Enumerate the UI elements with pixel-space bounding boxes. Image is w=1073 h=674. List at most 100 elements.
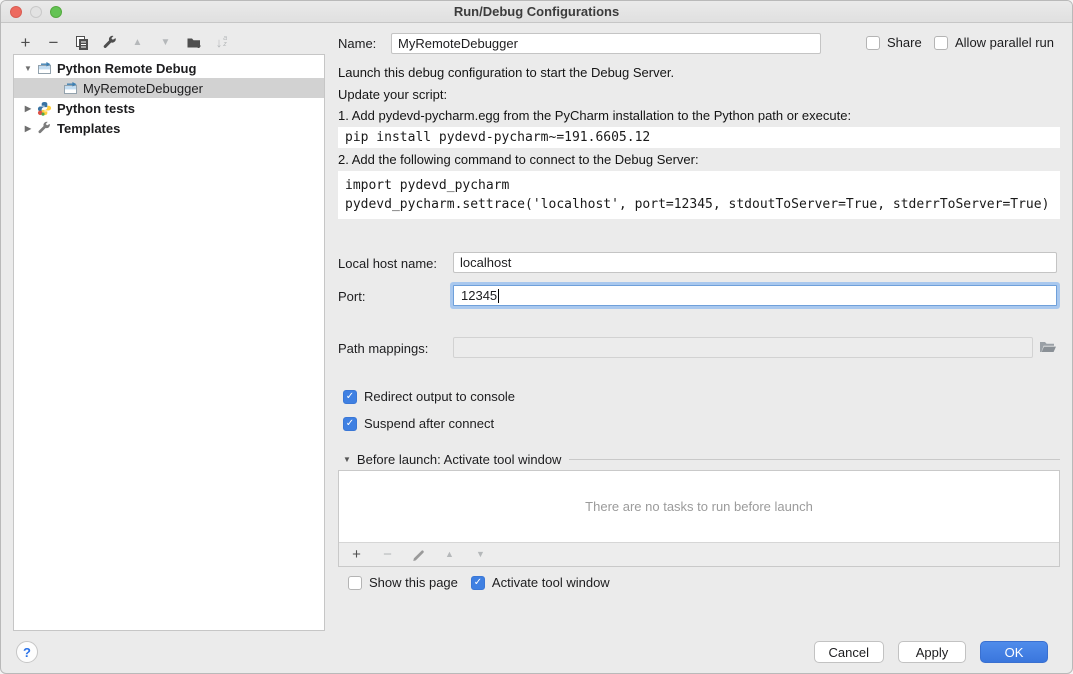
suspend-after-connect-checkbox[interactable]: ✓ Suspend after connect xyxy=(343,416,494,431)
ok-button[interactable]: OK xyxy=(980,641,1048,663)
cancel-button[interactable]: Cancel xyxy=(814,641,884,663)
minus-icon: − xyxy=(49,34,59,51)
title-bar: Run/Debug Configurations xyxy=(1,1,1072,23)
checkbox-box[interactable]: ✓ xyxy=(471,576,485,590)
text-caret xyxy=(498,289,499,303)
help-button[interactable]: ? xyxy=(16,641,38,663)
new-folder-button[interactable] xyxy=(185,34,202,51)
add-configuration-button[interactable]: + xyxy=(17,34,34,51)
share-label: Share xyxy=(887,35,922,50)
show-this-page-checkbox[interactable]: Show this page xyxy=(348,575,458,590)
before-launch-title: Before launch: Activate tool window xyxy=(357,452,562,467)
window-title: Run/Debug Configurations xyxy=(1,1,1072,23)
local-host-name-label: Local host name: xyxy=(338,256,437,271)
chevron-down-icon[interactable]: ▼ xyxy=(343,455,351,464)
pencil-icon xyxy=(412,548,425,561)
checkbox-box[interactable]: ✓ xyxy=(343,390,357,404)
code-line-import: import pydevd_pycharm xyxy=(345,176,1053,195)
tree-item-python-tests[interactable]: ▶ Python tests xyxy=(14,98,324,118)
header-rule xyxy=(569,459,1060,460)
chevron-right-icon[interactable]: ▶ xyxy=(20,124,36,133)
code-line-settrace: pydevd_pycharm.settrace('localhost', por… xyxy=(345,195,1053,214)
up-arrow-icon: ▲ xyxy=(133,34,143,51)
share-checkbox[interactable]: Share xyxy=(866,35,922,50)
instruction-line-1: Launch this debug configuration to start… xyxy=(338,65,674,80)
configurations-toolbar: + − ▲ ▼ ↓az xyxy=(17,31,230,53)
port-input[interactable]: 12345 xyxy=(453,285,1057,306)
path-mappings-input[interactable] xyxy=(453,337,1033,358)
minus-icon: − xyxy=(383,546,392,563)
wrench-icon xyxy=(102,35,117,50)
remote-debug-config-icon xyxy=(62,80,78,96)
settrace-code-block[interactable]: import pydevd_pycharm pydevd_pycharm.set… xyxy=(338,171,1060,219)
tree-item-templates[interactable]: ▶ Templates xyxy=(14,118,324,138)
move-down-button: ▼ xyxy=(157,34,174,51)
move-task-up-button: ▲ xyxy=(441,546,458,563)
instruction-step-1: 1. Add pydevd-pycharm.egg from the PyCha… xyxy=(338,108,851,123)
wrench-icon xyxy=(36,120,52,136)
zoom-window-button[interactable] xyxy=(50,6,62,18)
before-launch-header[interactable]: ▼ Before launch: Activate tool window xyxy=(343,452,1060,467)
checkbox-box[interactable] xyxy=(348,576,362,590)
browse-path-mappings-button[interactable] xyxy=(1037,338,1059,357)
plus-icon: + xyxy=(21,34,31,51)
python-tests-icon xyxy=(36,100,52,116)
redirect-output-checkbox[interactable]: ✓ Redirect output to console xyxy=(343,389,515,404)
add-task-button[interactable]: + xyxy=(348,546,365,563)
tree-item-label: Templates xyxy=(57,121,120,136)
close-window-button[interactable] xyxy=(10,6,22,18)
tree-item-myremotedebugger[interactable]: MyRemoteDebugger xyxy=(14,78,324,98)
tree-item-label: MyRemoteDebugger xyxy=(83,81,203,96)
edit-task-button xyxy=(410,546,427,563)
port-value: 12345 xyxy=(461,288,497,303)
sort-az-icon: ↓az xyxy=(216,34,227,51)
apply-button[interactable]: Apply xyxy=(898,641,966,663)
task-list-toolbar: + − ▲ ▼ xyxy=(339,542,1059,566)
remove-configuration-button[interactable]: − xyxy=(45,34,62,51)
activate-tool-window-checkbox[interactable]: ✓ Activate tool window xyxy=(471,575,610,590)
run-debug-configurations-dialog: Run/Debug Configurations + − ▲ ▼ ↓az ▼ xyxy=(0,0,1073,674)
instruction-step-2: 2. Add the following command to connect … xyxy=(338,152,699,167)
path-mappings-label: Path mappings: xyxy=(338,341,428,356)
up-arrow-icon: ▲ xyxy=(445,546,454,563)
name-input[interactable] xyxy=(391,33,821,54)
allow-parallel-run-label: Allow parallel run xyxy=(955,35,1054,50)
pip-install-command[interactable]: pip install pydevd-pycharm~=191.6605.12 xyxy=(338,127,1060,148)
minimize-window-button xyxy=(30,6,42,18)
down-arrow-icon: ▼ xyxy=(161,34,171,51)
plus-icon: + xyxy=(352,546,361,563)
edit-defaults-button[interactable] xyxy=(101,34,118,51)
configurations-tree: ▼ Python Remote Debug MyRemoteDebugger ▶… xyxy=(13,54,325,631)
tree-item-label: Python Remote Debug xyxy=(57,61,196,76)
traffic-lights xyxy=(10,6,62,18)
check-icon: ✓ xyxy=(474,577,482,588)
chevron-right-icon[interactable]: ▶ xyxy=(20,104,36,113)
local-host-name-input[interactable] xyxy=(453,252,1057,273)
remove-task-button: − xyxy=(379,546,396,563)
allow-parallel-run-checkbox[interactable]: Allow parallel run xyxy=(934,35,1054,50)
name-row: Name: Share Allow parallel run xyxy=(338,33,1060,55)
port-label: Port: xyxy=(338,289,365,304)
empty-task-list-text: There are no tasks to run before launch xyxy=(339,471,1059,542)
checkbox-box[interactable] xyxy=(934,36,948,50)
question-mark-icon: ? xyxy=(23,645,31,660)
checkbox-box[interactable]: ✓ xyxy=(343,417,357,431)
suspend-after-connect-label: Suspend after connect xyxy=(364,416,494,431)
name-label: Name: xyxy=(338,36,376,51)
check-icon: ✓ xyxy=(346,391,354,402)
before-launch-task-list: There are no tasks to run before launch … xyxy=(338,470,1060,567)
sort-configurations-button: ↓az xyxy=(213,34,230,51)
copy-configuration-button[interactable] xyxy=(73,34,90,51)
redirect-output-label: Redirect output to console xyxy=(364,389,515,404)
checkbox-box[interactable] xyxy=(866,36,880,50)
instruction-line-2: Update your script: xyxy=(338,87,447,102)
open-folder-icon xyxy=(1039,341,1057,354)
remote-debug-config-icon xyxy=(36,60,52,76)
show-this-page-label: Show this page xyxy=(369,575,458,590)
folder-add-icon xyxy=(186,35,202,50)
dialog-buttons: Cancel Apply OK xyxy=(814,641,1048,663)
down-arrow-icon: ▼ xyxy=(476,546,485,563)
chevron-down-icon[interactable]: ▼ xyxy=(20,64,36,73)
copy-icon xyxy=(74,35,89,50)
tree-item-python-remote-debug[interactable]: ▼ Python Remote Debug xyxy=(14,58,324,78)
